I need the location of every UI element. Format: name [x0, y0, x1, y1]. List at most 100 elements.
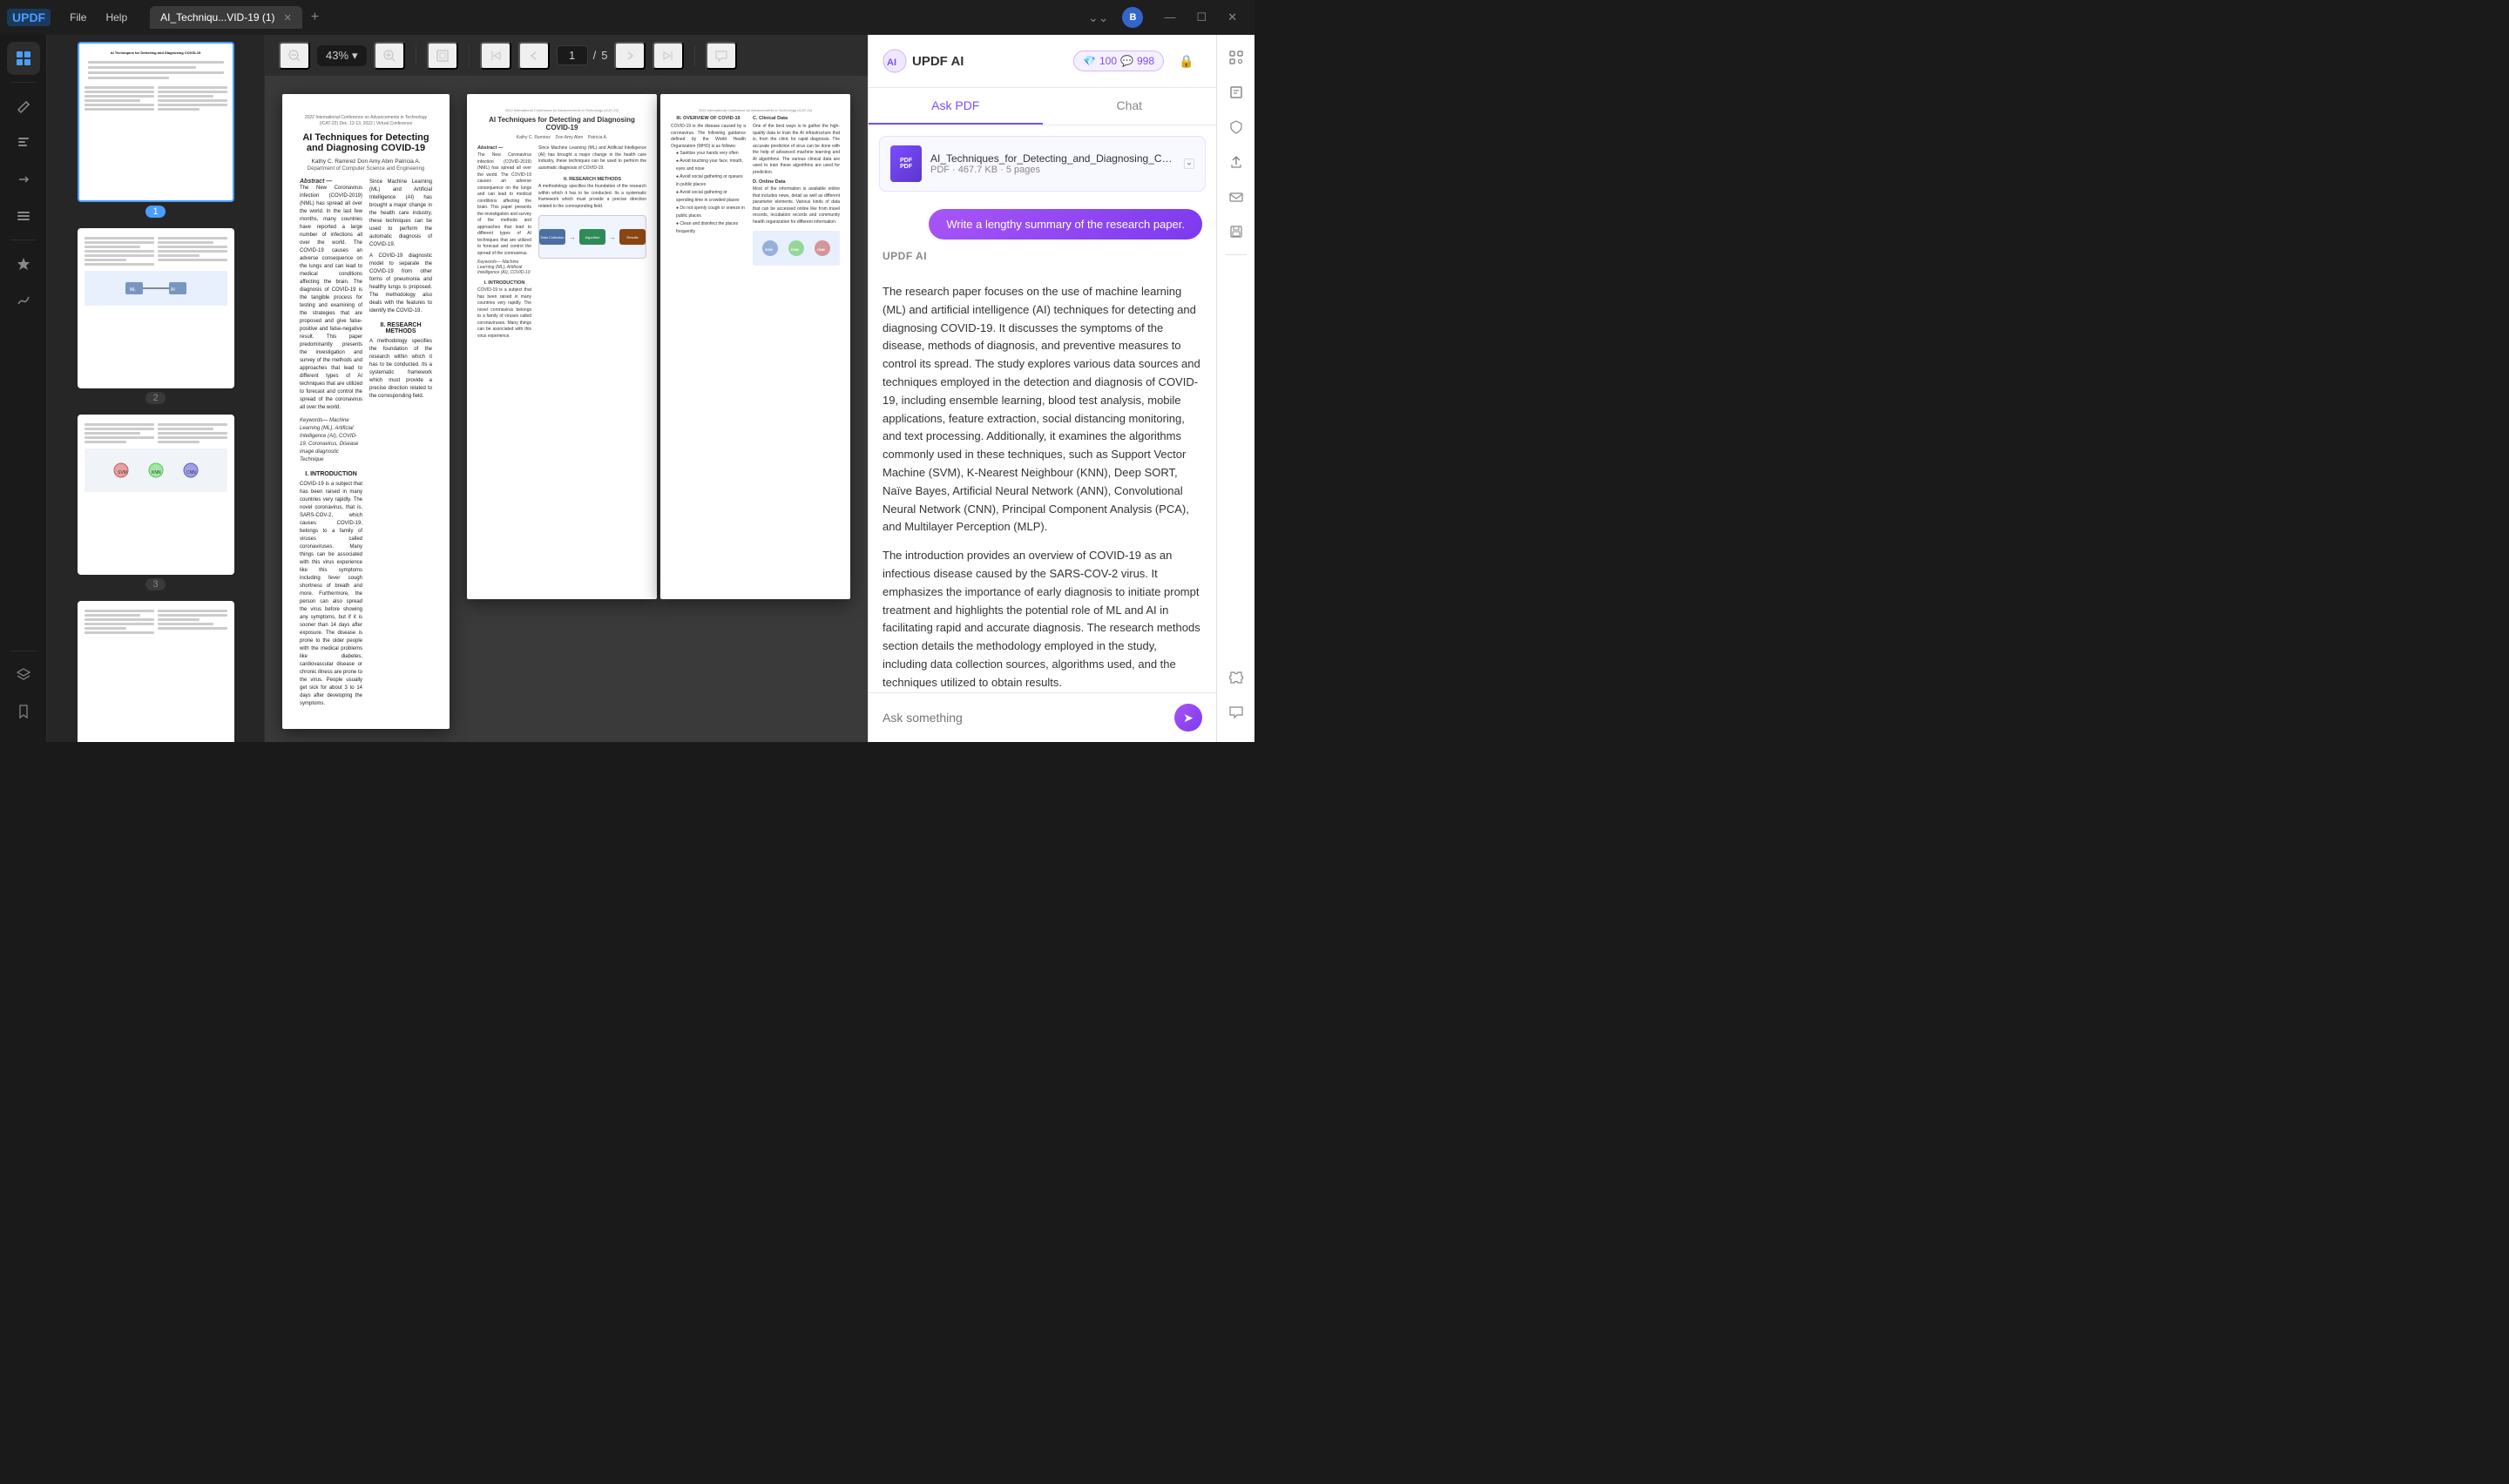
svg-text:CNN: CNN	[817, 247, 825, 252]
rs-icon-ocr[interactable]	[1221, 77, 1252, 108]
titlebar-controls: ⌄⌄ B — ☐ ✕	[1085, 5, 1248, 30]
left-area: 43% ▾ / 5	[265, 35, 868, 742]
ai-ask-input[interactable]	[883, 707, 1167, 728]
next-page-btn[interactable]	[614, 42, 646, 70]
ai-lock-icon[interactable]: 🔒	[1171, 45, 1202, 77]
ai-response-label: UPDF AI	[883, 250, 1202, 262]
research-label: II. Research Methods	[369, 322, 432, 334]
p2-abstract: The New Coronavirus infection (COVID-201…	[477, 152, 531, 257]
zoom-in-btn[interactable]	[374, 42, 405, 70]
p2-intro: COVID-19 is a subject that has been rais…	[477, 287, 531, 340]
svg-text:SVM: SVM	[118, 470, 127, 476]
p3-conf: 2022 International Conference on Advance…	[671, 108, 840, 112]
thumbnail-item-1[interactable]: AI Techniques for Detecting and Diagnosi…	[54, 42, 257, 218]
zoom-out-btn[interactable]	[279, 42, 310, 70]
main-area: AI Techniques for Detecting and Diagnosi…	[0, 35, 1254, 742]
toolbar-sep-2	[469, 45, 470, 66]
thumbnail-label-1: 1	[145, 206, 165, 218]
fit-page-btn[interactable]	[427, 42, 458, 70]
ai-header-right: 💎 100 💬 998 🔒	[1073, 45, 1202, 77]
thumbnail-preview-1: AI Techniques for Detecting and Diagnosi…	[78, 42, 234, 202]
pdf-page-1: 2022 International Conference on Advance…	[282, 94, 450, 729]
abstract-text: The New Coronavirus infection (COVID-201…	[300, 185, 362, 412]
menu-help[interactable]: Help	[97, 8, 136, 27]
p3-content: III. OVERVIEW OF COVID-19 COVID-19 is th…	[671, 116, 840, 266]
svg-text:ML: ML	[130, 287, 136, 293]
rs-divider-1	[1226, 254, 1247, 255]
right-col: Since Machine Learning (ML) and Artifici…	[369, 179, 432, 708]
rs-icon-protect[interactable]	[1221, 111, 1252, 143]
prev-page-btn[interactable]	[518, 42, 550, 70]
tab-ask-pdf[interactable]: Ask PDF	[869, 88, 1043, 125]
ai-panel-header: AI UPDF AI 💎 100 💬 998 🔒	[869, 35, 1216, 88]
sidebar-icon-bookmark[interactable]	[7, 695, 40, 728]
updf-ai-logo-icon: AI	[883, 49, 907, 73]
ai-logo: AI UPDF AI	[883, 49, 964, 73]
sidebar-icon-layers[interactable]	[7, 658, 40, 691]
content-area[interactable]: 2022 International Conference on Advance…	[265, 77, 868, 742]
right-text-1: Since Machine Learning (ML) and Artifici…	[369, 179, 432, 249]
rs-icon-save[interactable]	[1221, 216, 1252, 247]
maximize-btn[interactable]: ☐	[1186, 5, 1217, 30]
rs-icon-share[interactable]	[1221, 146, 1252, 178]
comment-btn[interactable]	[706, 42, 737, 70]
total-pages: 5	[601, 49, 607, 62]
rs-icon-puzzle[interactable]	[1221, 662, 1252, 693]
pdf-file-icon: PDF	[890, 145, 922, 182]
tab-bar: AI_Techniqu...VID-19 (1) ✕ +	[150, 6, 1078, 29]
authors: Kathy C. Ramirez Don Amy Abm Patricia A.	[300, 159, 432, 165]
last-page-btn[interactable]	[653, 42, 684, 70]
menu-file[interactable]: File	[61, 8, 95, 27]
summary-btn[interactable]: Write a lengthy summary of the research …	[929, 209, 1202, 239]
rs-icon-scan[interactable]	[1221, 42, 1252, 73]
keywords: Keywords— Machine Learning (ML), Artific…	[300, 417, 362, 464]
zoom-display[interactable]: 43% ▾	[317, 45, 367, 66]
tab-close-btn[interactable]: ✕	[284, 12, 292, 24]
thumbnail-item-4[interactable]: 4	[54, 601, 257, 742]
user-avatar[interactable]: B	[1122, 7, 1143, 28]
ai-panel-title: UPDF AI	[912, 54, 964, 69]
p3-diagram: SVM KNN CNN	[753, 231, 840, 266]
svg-text:KNN: KNN	[152, 470, 161, 476]
file-meta: PDF · 467.7 KB · 5 pages	[930, 165, 1175, 175]
sidebar-icon-ai[interactable]	[7, 247, 40, 280]
ai-points-display: 💎 100 💬 998	[1073, 51, 1164, 71]
ai-send-btn[interactable]: ➤	[1174, 704, 1202, 732]
sidebar-icon-pages[interactable]	[7, 42, 40, 75]
app-logo: UPDF	[7, 9, 51, 26]
first-page-btn[interactable]	[480, 42, 511, 70]
thumbnail-panel: AI Techniques for Detecting and Diagnosi…	[47, 35, 265, 742]
current-page-input[interactable]	[557, 45, 588, 65]
collapse-icon[interactable]: ⌄⌄	[1085, 7, 1112, 29]
sidebar-icon-convert[interactable]	[7, 163, 40, 196]
file-pages: 5 pages	[1006, 165, 1040, 175]
file-ext: PDF	[930, 165, 950, 175]
ai-response-text: The research paper focuses on the use of…	[869, 269, 1216, 692]
sidebar-left	[0, 35, 47, 742]
close-btn[interactable]: ✕	[1217, 5, 1248, 30]
left-col: Abstract — The New Coronavirus infection…	[300, 179, 362, 708]
sidebar-icon-organize[interactable]	[7, 199, 40, 233]
thumbnail-item-3[interactable]: SVM KNN CNN 3	[54, 415, 257, 590]
rs-icon-email[interactable]	[1221, 181, 1252, 212]
p2-section1: I. INTRODUCTION	[477, 280, 531, 286]
p3-list: ● Sanitize your hands very often ● Avoid…	[676, 150, 746, 236]
toolbar: 43% ▾ / 5	[265, 35, 868, 77]
p2-content: Abstract — The New Coronavirus infection…	[477, 145, 646, 340]
page-title: AI Techniques for Detecting and Diagnosi…	[300, 132, 432, 153]
sidebar-icon-annotate[interactable]	[7, 90, 40, 123]
thumbnail-item-2[interactable]: ML AI 2	[54, 228, 257, 404]
sidebar-icon-sign[interactable]	[7, 284, 40, 317]
page-separator: /	[593, 49, 597, 62]
rs-icon-chat[interactable]	[1221, 697, 1252, 728]
ai-panel: AI UPDF AI 💎 100 💬 998 🔒 Ask PDF Chat PD…	[868, 35, 1216, 742]
file-name: AI_Techniques_for_Detecting_and_Diagnosi…	[930, 152, 1175, 165]
titlebar: UPDF File Help AI_Techniqu...VID-19 (1) …	[0, 0, 1254, 35]
tab-chat[interactable]: Chat	[1043, 88, 1217, 125]
new-tab-btn[interactable]: +	[304, 6, 326, 29]
thumbnail-label-3: 3	[145, 578, 165, 590]
active-tab[interactable]: AI_Techniqu...VID-19 (1) ✕	[150, 6, 302, 29]
sidebar-icon-edit[interactable]	[7, 126, 40, 159]
minimize-btn[interactable]: —	[1153, 5, 1186, 30]
response-para-1: The research paper focuses on the use of…	[883, 283, 1202, 536]
